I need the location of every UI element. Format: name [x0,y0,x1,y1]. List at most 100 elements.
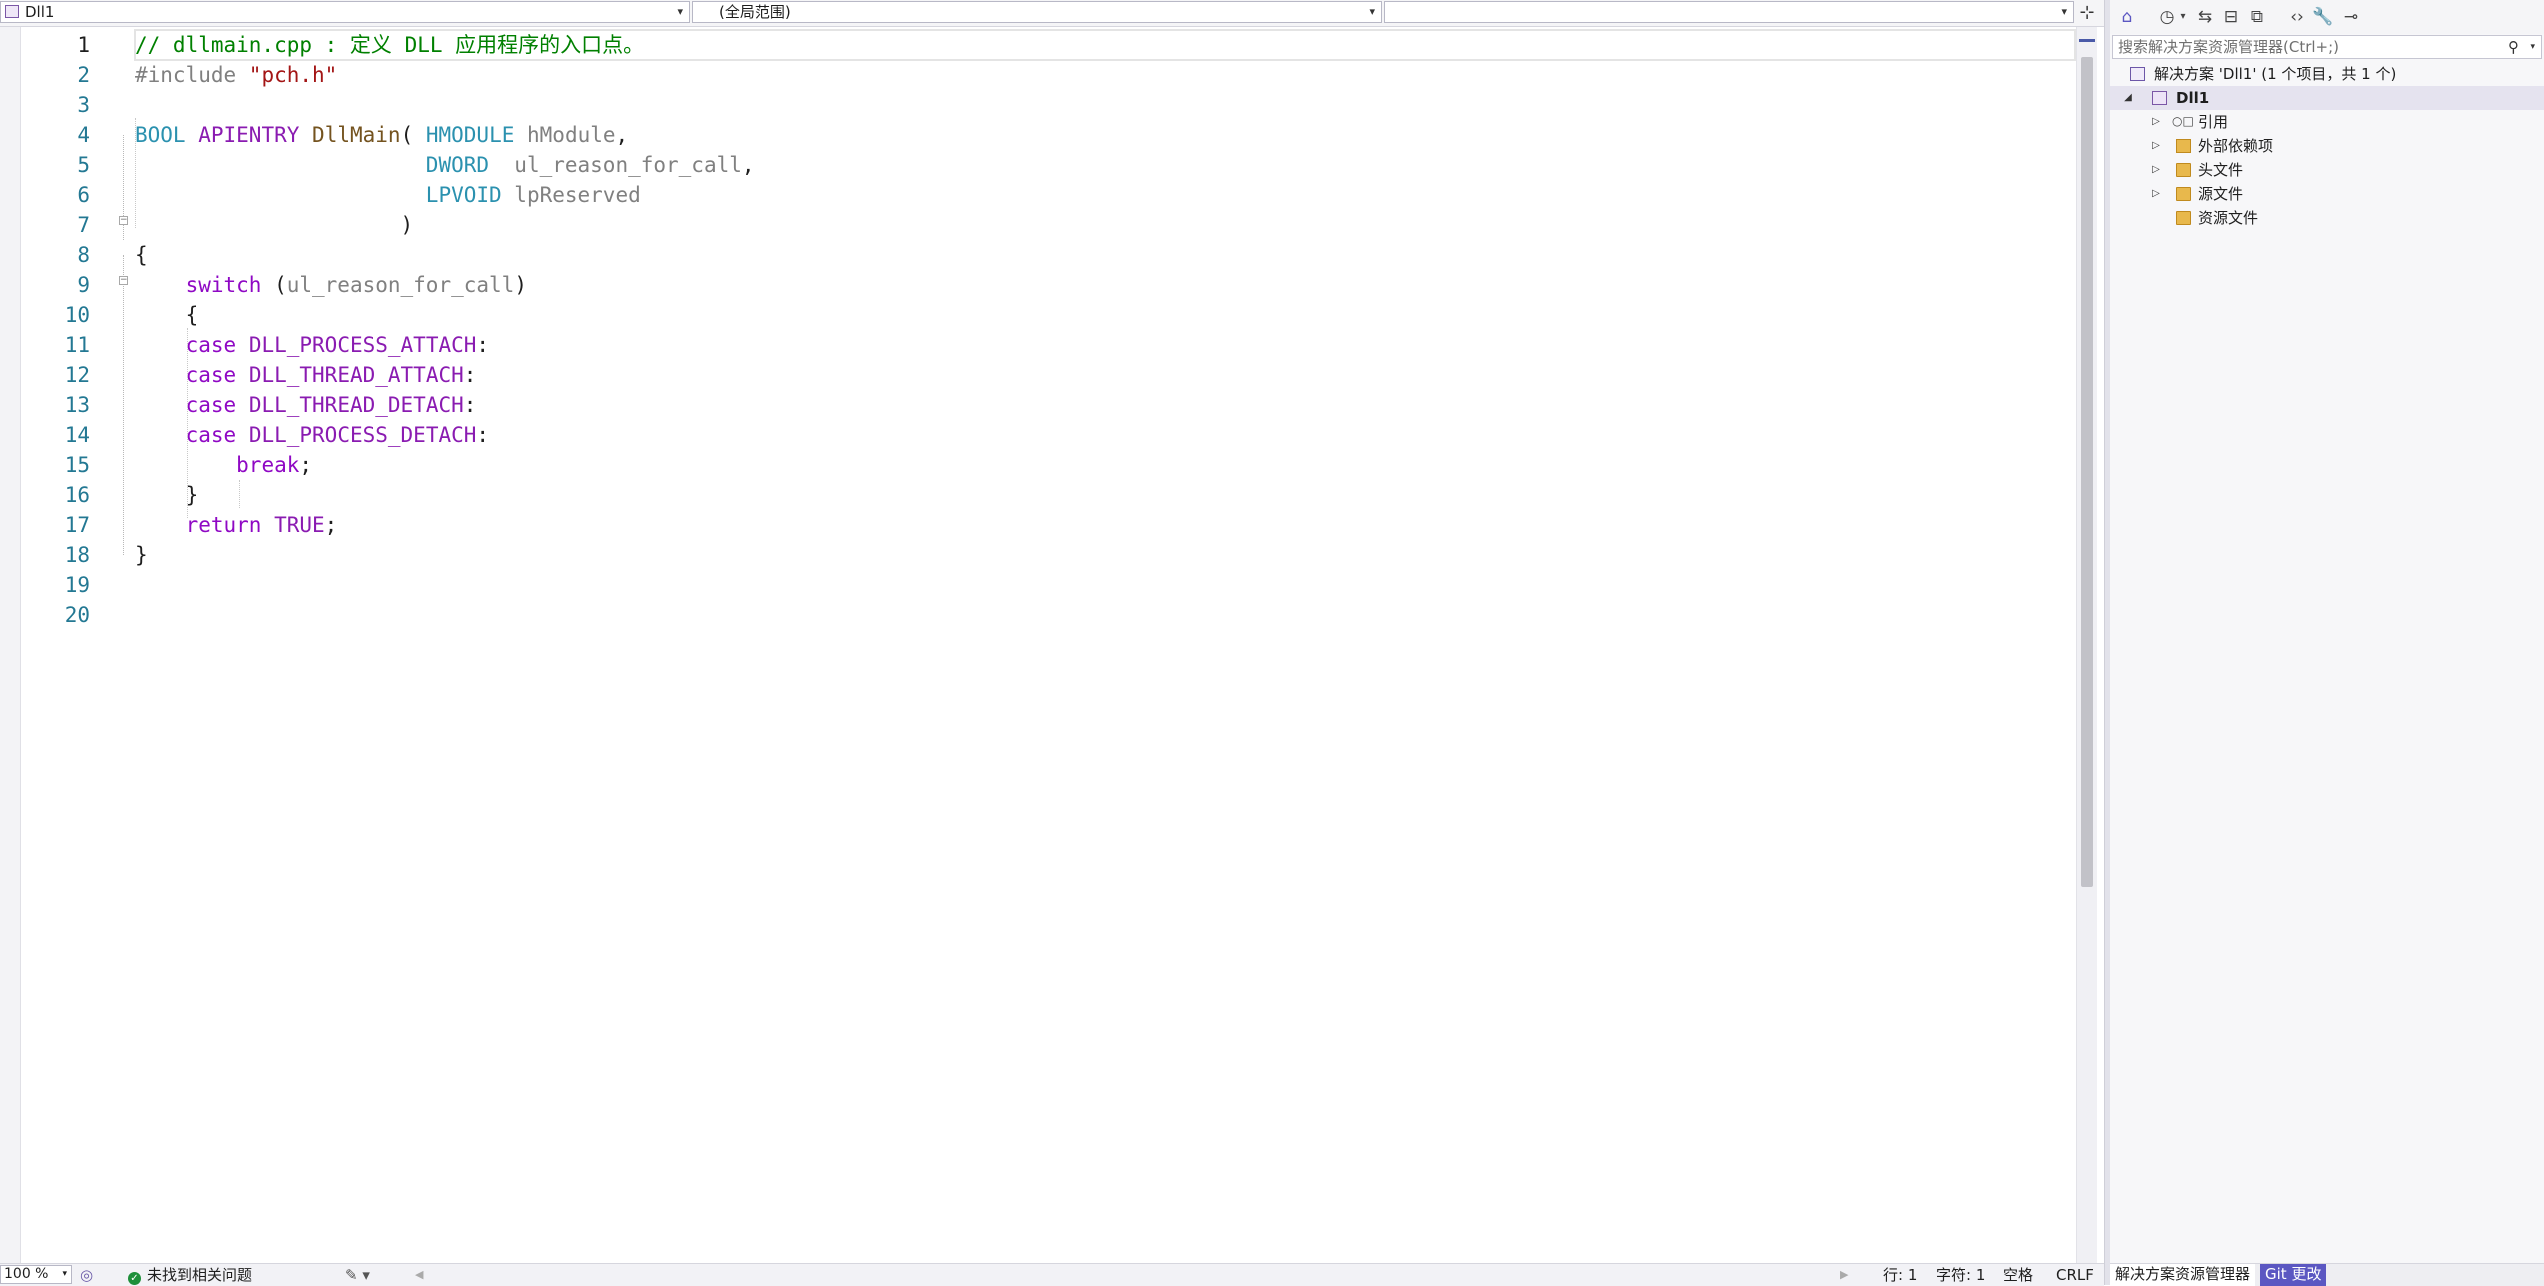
line-number: 11 [64,333,90,357]
collapsed-arrow-icon[interactable]: ▷ [2150,134,2162,158]
macro-token: APIENTRY [198,123,300,147]
code-line-7[interactable]: ) [135,210,2075,240]
line-number: 6 [77,183,90,207]
type-token: HMODULE [425,123,515,147]
tree-item-source-files[interactable]: ▷ 源文件 [2110,182,2544,206]
parameter-token: hModule [514,123,616,147]
navigation-bar: Dll1 ▾ (全局范围) ▾ ▾ ⊹ [0,0,2104,27]
search-icon[interactable]: ⚲ [2508,36,2519,58]
line-number: 10 [64,303,90,327]
zoom-dropdown[interactable]: 100 % ▾ [0,1265,72,1284]
code-line-2[interactable]: #include "pch.h" [135,60,2075,90]
code-text-area[interactable]: // dllmain.cpp : 定义 DLL 应用程序的入口点。 #inclu… [134,29,2076,630]
sync-icon[interactable]: ⇆ [2194,6,2216,28]
collapse-icon[interactable]: − [119,216,128,225]
comment-token: // dllmain.cpp : 定义 DLL 应用程序的入口点。 [135,33,645,57]
project-dropdown[interactable]: Dll1 ▾ [0,1,690,23]
code-line-15[interactable]: break; [135,450,2075,480]
references-icon: ○□ [2172,114,2194,128]
tree-item-references[interactable]: ▷ ○□ 引用 [2110,110,2544,134]
line-number: 9 [77,273,90,297]
collapse-icon[interactable]: ⊟ [2220,6,2242,28]
search-placeholder: 搜索解决方案资源管理器(Ctrl+;) [2118,38,2340,56]
scroll-right-icon[interactable]: ▶ [1840,1264,1848,1286]
collapsed-arrow-icon[interactable]: ▷ [2150,110,2162,134]
tree-item-project[interactable]: ◢ Dll1 [2110,86,2544,110]
code-line-1[interactable]: // dllmain.cpp : 定义 DLL 应用程序的入口点。 [134,29,2076,61]
project-icon [2152,91,2167,105]
chevron-down-icon: ▾ [1369,5,1375,18]
copilot-icon[interactable]: ◎ [80,1264,93,1286]
code-icon[interactable]: ‹› [2286,6,2308,28]
code-line-10[interactable]: { [135,300,2075,330]
brace-token: { [185,303,199,327]
collapsed-arrow-icon[interactable]: ▷ [2150,182,2162,206]
chevron-down-icon[interactable]: ▾ [2530,36,2535,58]
line-number: 4 [77,123,90,147]
brush-icon[interactable]: ✎ ▾ [345,1264,370,1286]
keyword-token: break [236,453,300,477]
tree-item-label: 引用 [2198,113,2229,131]
tree-item-header-files[interactable]: ▷ 头文件 [2110,158,2544,182]
line-number: 1 [77,33,90,57]
type-token: LPVOID [425,183,502,207]
tree-item-label: 解决方案 'Dll1' (1 个项目，共 1 个) [2154,65,2397,83]
code-line-5[interactable]: DWORD ul_reason_for_call, [135,150,2075,180]
code-line-14[interactable]: case DLL_PROCESS_DETACH: [135,420,2075,450]
expanded-arrow-icon[interactable]: ◢ [2122,86,2134,110]
line-number: 5 [77,153,90,177]
collapse-icon[interactable]: − [119,276,128,285]
code-line-17[interactable]: return TRUE; [135,510,2075,540]
split-icon[interactable]: ⊹ [2076,2,2098,24]
filter-folder-icon [2176,211,2191,225]
tree-item-label: Dll1 [2176,89,2210,107]
code-line-11[interactable]: case DLL_PROCESS_ATTACH: [135,330,2075,360]
view-icon[interactable]: ⧉ [2246,6,2268,28]
code-line-20[interactable] [135,600,2075,630]
punctuation-token: ) [514,273,527,297]
tab-git-changes[interactable]: Git 更改 [2260,1264,2327,1286]
code-line-8[interactable]: { [135,240,2075,270]
line-indicator[interactable]: 行: 1 [1883,1264,1917,1286]
whitespace-indicator[interactable]: 空格 [2003,1264,2033,1286]
char-indicator[interactable]: 字符: 1 [1936,1264,1985,1286]
code-line-4[interactable]: BOOL APIENTRY DllMain( HMODULE hModule, [135,120,2075,150]
scrollbar-thumb[interactable] [2081,57,2093,887]
code-line-18[interactable]: } [135,540,2075,570]
chevron-down-icon: ▾ [677,5,683,18]
line-number: 2 [77,63,90,87]
chevron-down-icon: ▾ [62,1269,67,1279]
line-ending-indicator[interactable]: CRLF [2056,1264,2094,1286]
code-line-12[interactable]: case DLL_THREAD_ATTACH: [135,360,2075,390]
tab-solution-explorer[interactable]: 解决方案资源管理器 [2110,1264,2256,1286]
code-editor[interactable]: Dll1 ▾ (全局范围) ▾ ▾ ⊹ 1 2 3 4 5 6 7 8 9 10… [0,0,2104,1286]
project-icon [5,5,19,18]
line-number-gutter: 1 2 3 4 5 6 7 8 9 10 11 12 13 14 15 16 1… [20,30,90,630]
collapsed-arrow-icon[interactable]: ▷ [2150,158,2162,182]
member-dropdown[interactable]: ▾ [1384,1,2074,23]
tree-item-solution[interactable]: 解决方案 'Dll1' (1 个项目，共 1 个) [2110,62,2544,86]
code-line-9[interactable]: switch (ul_reason_for_call) [135,270,2075,300]
scope-dropdown[interactable]: (全局范围) ▾ [692,1,1382,23]
macro-token: DLL_THREAD_DETACH [248,393,464,417]
tree-item-resource-files[interactable]: 资源文件 [2110,206,2544,230]
pin-icon[interactable]: ⊸ [2340,6,2362,28]
code-line-13[interactable]: case DLL_THREAD_DETACH: [135,390,2075,420]
wrench-icon[interactable]: 🔧 [2312,6,2334,28]
code-line-3[interactable] [135,90,2075,120]
line-number: 17 [64,513,90,537]
macro-token: DLL_PROCESS_ATTACH [248,333,477,357]
code-line-16[interactable]: } [135,480,2075,510]
line-number: 18 [64,543,90,567]
home-icon[interactable]: ⌂ [2116,6,2138,28]
vertical-scrollbar[interactable] [2076,27,2097,1263]
tree-item-external-deps[interactable]: ▷ 外部依赖项 [2110,134,2544,158]
code-line-19[interactable] [135,570,2075,600]
issues-indicator[interactable]: ✓ 未找到相关问题 [128,1264,252,1286]
chevron-down-icon: ▾ [2061,5,2067,18]
scroll-left-icon[interactable]: ◀ [415,1264,423,1286]
solution-search-input[interactable]: 搜索解决方案资源管理器(Ctrl+;) ⚲ ▾ [2112,35,2542,59]
code-line-6[interactable]: LPVOID lpReserved [135,180,2075,210]
chevron-down-icon[interactable]: ▾ [2172,6,2194,28]
filter-folder-icon [2176,163,2191,177]
